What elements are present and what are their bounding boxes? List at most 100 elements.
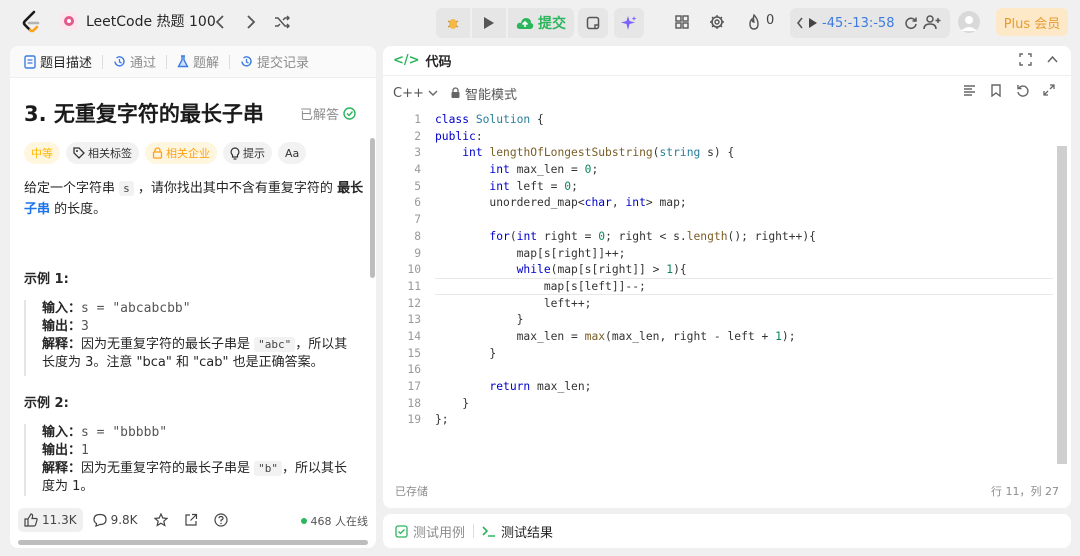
tab-divider — [473, 524, 475, 538]
tab-solutions-label: 题解 — [193, 56, 220, 71]
testcase-label: 测试用例 — [413, 525, 466, 541]
prev-problem-button[interactable] — [210, 12, 230, 32]
tab-testcase[interactable]: 测试用例 — [395, 522, 465, 541]
topics-chip[interactable]: 相关标签 — [66, 142, 139, 164]
explain-text: ，所以其长 — [282, 461, 348, 476]
like-button[interactable]: 11.3K — [18, 508, 83, 532]
horizontal-scrollbar[interactable] — [18, 540, 368, 545]
hint-label: 提示 — [243, 147, 265, 160]
streak-button[interactable] — [744, 12, 764, 32]
online-count: 468 人在线 — [300, 513, 369, 529]
input-label: 输入： — [42, 425, 82, 440]
input-value: s = "abcabcbb" — [81, 301, 191, 316]
history-icon — [114, 56, 125, 67]
star-icon — [153, 513, 168, 527]
next-problem-button[interactable] — [241, 12, 261, 32]
problem-list-selector[interactable]: LeetCode 热题 100 — [60, 11, 216, 31]
code-header-actions — [1019, 53, 1059, 66]
translate-chip[interactable]: Aa — [278, 142, 307, 164]
lock-icon — [451, 87, 460, 98]
test-result-label: 测试结果 — [501, 525, 554, 541]
sparkle-icon — [621, 16, 637, 30]
example-1-box: 输入：s = "abcabcbb" 输出：3 解释：因为无重复字符的最长子串是 … — [24, 300, 364, 376]
description-scrollbar[interactable] — [370, 138, 375, 278]
debug-button[interactable] — [436, 8, 470, 38]
user-avatar[interactable] — [958, 11, 980, 33]
like-count: 11.3K — [42, 513, 77, 527]
fullscreen-icon[interactable] — [1019, 53, 1032, 66]
terminal-icon — [482, 526, 496, 537]
console-tabs: 测试用例 测试结果 — [383, 514, 1071, 548]
lock-icon — [152, 147, 163, 159]
tab-description[interactable]: 题目描述 — [20, 52, 96, 71]
companies-label: 相关企业 — [166, 147, 210, 160]
tag-icon — [73, 147, 85, 159]
format-icon[interactable] — [963, 84, 976, 97]
code-editor[interactable]: 1 2 3 4 5 6 7 8 9 10 11 12 13 14 15 16 17 18 19 class Solu… — [383, 110, 1071, 480]
line-numbers: 1 2 3 4 5 6 7 8 9 10 11 12 13 14 15 16 17 18 19 — [407, 113, 421, 427]
run-button[interactable] — [472, 8, 506, 38]
tab-divider — [166, 54, 168, 69]
plus-membership-button[interactable]: Plus 会员 — [996, 8, 1068, 36]
avatar-icon — [961, 16, 977, 31]
invite-user-button[interactable] — [922, 12, 942, 32]
leetcode-logo-icon[interactable] — [20, 10, 42, 34]
smart-mode-toggle[interactable]: 智能模式 — [450, 84, 517, 103]
play-icon[interactable] — [808, 17, 818, 29]
output-value: 3 — [81, 319, 89, 334]
undo-icon[interactable] — [1016, 84, 1029, 97]
input-value: s = "bbbbb" — [81, 425, 168, 440]
shuffle-icon — [275, 15, 290, 29]
chevron-left-icon[interactable] — [796, 17, 804, 29]
code-panel: </> 代码 C++ 智能模式 1 2 3 4 5 6 7 8 9 10 11 12 13 14 15 16 1… — [383, 46, 1071, 508]
hint-chip[interactable]: 提示 — [223, 142, 272, 164]
comments-button[interactable]: 9.8K — [87, 508, 144, 532]
help-button[interactable] — [208, 508, 234, 532]
substring-link[interactable]: 子串 — [24, 202, 50, 217]
check-circle-icon — [343, 107, 356, 120]
code-title: 代码 — [425, 55, 452, 70]
companies-chip[interactable]: 相关企业 — [145, 142, 217, 164]
problem-tags: 中等 相关标签 相关企业 提示 Aa — [24, 142, 307, 164]
random-problem-button[interactable] — [272, 12, 292, 32]
tab-test-result[interactable]: 测试结果 — [482, 522, 553, 541]
editor-scrollbar[interactable] — [1057, 146, 1067, 464]
saved-status: 已存储 — [395, 485, 428, 498]
code-lines[interactable]: class Solution { public: int lengthOfLon… — [435, 112, 816, 429]
language-select[interactable]: C++ — [393, 86, 438, 101]
input-label: 输入： — [42, 301, 82, 316]
chevron-down-icon — [428, 90, 438, 96]
chevron-up-icon[interactable] — [1046, 53, 1059, 66]
run-controls: 提交 — [436, 8, 574, 38]
editor-actions — [963, 84, 1055, 97]
bug-icon — [447, 19, 459, 29]
cursor-position: 行 11，列 27 — [991, 485, 1059, 498]
tab-solutions[interactable]: 题解 — [173, 52, 223, 71]
explain-text: ，所以其 — [295, 337, 348, 352]
problem-list-title: LeetCode 热题 100 — [86, 14, 216, 30]
submit-button[interactable]: 提交 — [508, 8, 574, 38]
reset-icon[interactable] — [904, 16, 918, 30]
bookmark-icon[interactable] — [990, 84, 1002, 97]
share-button[interactable] — [178, 508, 204, 532]
cloud-upload-icon — [516, 18, 534, 29]
tab-submissions-label: 提交记录 — [257, 56, 310, 71]
chevron-right-icon — [247, 15, 256, 29]
online-label: 468 人在线 — [310, 515, 369, 528]
tab-accepted[interactable]: 通过 — [109, 52, 160, 71]
favorite-button[interactable] — [148, 508, 174, 532]
console-panel: 测试用例 测试结果 — [383, 514, 1071, 548]
notes-button[interactable] — [578, 8, 608, 38]
gear-icon — [710, 15, 724, 29]
layout-button[interactable] — [672, 12, 692, 32]
tab-accepted-label: 通过 — [130, 56, 157, 71]
settings-button[interactable] — [707, 12, 727, 32]
chevron-left-icon — [215, 15, 224, 29]
tab-submissions[interactable]: 提交记录 — [236, 52, 313, 71]
expand-icon[interactable] — [1043, 84, 1055, 96]
topics-label: 相关标签 — [88, 147, 132, 160]
output-label: 输出： — [42, 443, 82, 458]
question-icon — [213, 513, 228, 527]
ai-assistant-button[interactable] — [614, 8, 644, 38]
inline-code: "b" — [254, 461, 283, 476]
